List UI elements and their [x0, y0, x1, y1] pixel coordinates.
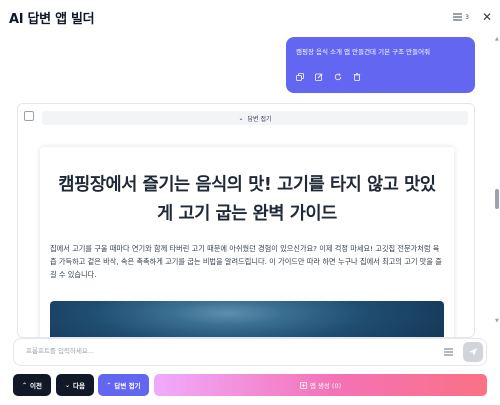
chevron-up-icon: ⌃ — [22, 381, 28, 389]
next-button[interactable]: ⌄ 다음 — [56, 374, 94, 396]
scroll-thumb[interactable] — [495, 189, 499, 209]
plus-box-icon — [299, 381, 307, 389]
chevron-down-icon: ⌄ — [238, 114, 244, 122]
scroll-up-arrow-icon[interactable]: ▲ — [495, 36, 499, 42]
prompt-input[interactable] — [26, 347, 426, 355]
send-icon — [469, 348, 477, 356]
list-icon[interactable] — [453, 13, 463, 21]
close-icon[interactable]: ✕ — [482, 11, 492, 23]
trash-icon[interactable] — [353, 73, 361, 81]
copy-icon[interactable] — [296, 73, 304, 81]
scrollbar[interactable]: ▲ ▼ — [494, 34, 500, 324]
answer-card: ⌄ 답변 접기 캠핑장에서 즐기는 음식의 맛! 고기를 타지 않고 맛있게 고… — [17, 103, 475, 338]
history-count: 3 — [465, 13, 469, 21]
prompt-box — [13, 338, 487, 366]
collapse-answer-button[interactable]: ⌄ 답변 접기 — [42, 111, 468, 125]
prev-button[interactable]: ⌃ 이전 — [13, 374, 51, 396]
chevron-up-icon: ⌃ — [106, 381, 112, 389]
answer-select — [24, 111, 34, 121]
prev-label: 이전 — [30, 382, 42, 390]
document-paragraph: 집에서 고기를 구울 때마다 연기와 함께 타버린 고기 때문에 아쉬웠던 경험… — [50, 244, 442, 279]
user-message-text: 캠핑장 음식 소개 앱 만들건데 기본 구조 만들어줘 — [296, 48, 431, 56]
scroll-down-arrow-icon[interactable]: ▼ — [495, 318, 499, 324]
make-app-label: 앱 생성 (0) — [309, 382, 342, 390]
fold-answer-button[interactable]: ⌃ 답변 접기 — [98, 374, 149, 396]
answer-document: 캠핑장에서 즐기는 음식의 맛! 고기를 타지 않고 맛있게 고기 굽는 완벽 … — [40, 147, 454, 337]
next-label: 다음 — [73, 382, 85, 390]
answer-checkbox[interactable] — [24, 111, 34, 121]
send-button[interactable] — [463, 342, 483, 362]
make-app-button[interactable]: 앱 생성 (0) — [154, 374, 487, 396]
document-image — [50, 301, 444, 337]
message-actions — [296, 73, 361, 81]
app-header: AI 답변 앱 빌더 3 ✕ — [0, 0, 500, 34]
list-icon[interactable] — [444, 348, 453, 356]
chevron-down-icon: ⌄ — [65, 381, 71, 389]
fold-label: 답변 접기 — [114, 382, 141, 390]
refresh-icon[interactable] — [334, 73, 342, 81]
header-controls: 3 ✕ — [453, 11, 492, 23]
edit-icon[interactable] — [315, 73, 323, 81]
collapse-label: 답변 접기 — [247, 115, 272, 123]
app-title: AI 답변 앱 빌더 — [9, 11, 95, 27]
user-message-bubble: 캠핑장 음식 소개 앱 만들건데 기본 구조 만들어줘 — [286, 37, 475, 93]
document-title: 캠핑장에서 즐기는 음식의 맛! 고기를 타지 않고 맛있게 고기 굽는 완벽 … — [58, 175, 436, 224]
